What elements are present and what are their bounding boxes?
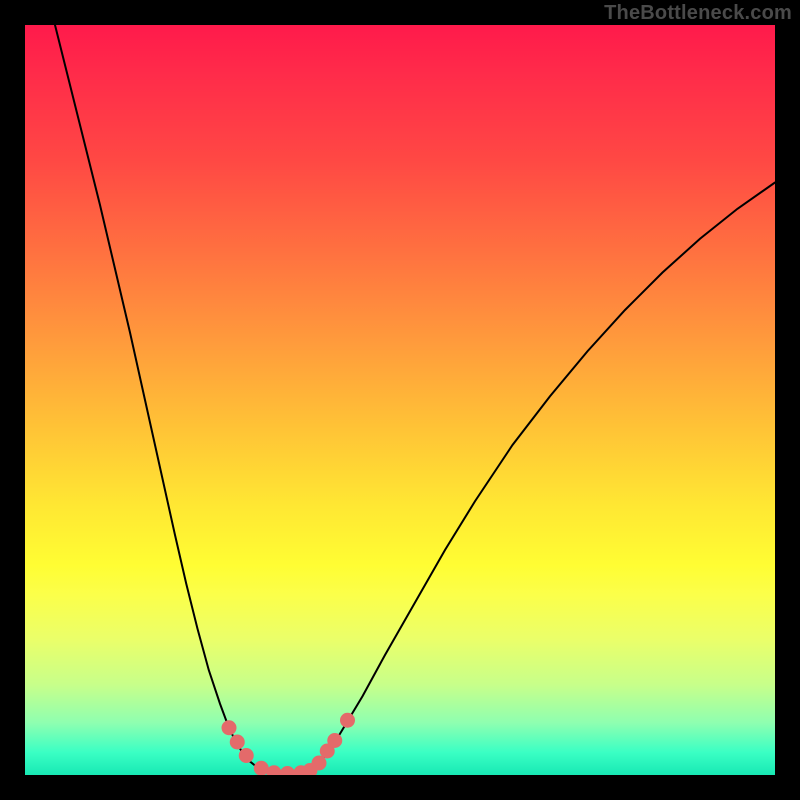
plot-area (25, 25, 775, 775)
highlight-dot (327, 733, 342, 748)
highlight-dot (340, 713, 355, 728)
watermark-label: TheBottleneck.com (604, 2, 792, 25)
bottleneck-curve-svg (25, 25, 775, 775)
chart-frame: TheBottleneck.com (0, 0, 800, 800)
highlight-dot (239, 748, 254, 763)
highlight-dot (222, 720, 237, 735)
highlight-dot (230, 735, 245, 750)
bottleneck-curve-path (55, 25, 775, 774)
highlight-dot (254, 761, 269, 775)
highlight-dot (267, 765, 282, 775)
highlight-dot (280, 766, 295, 775)
